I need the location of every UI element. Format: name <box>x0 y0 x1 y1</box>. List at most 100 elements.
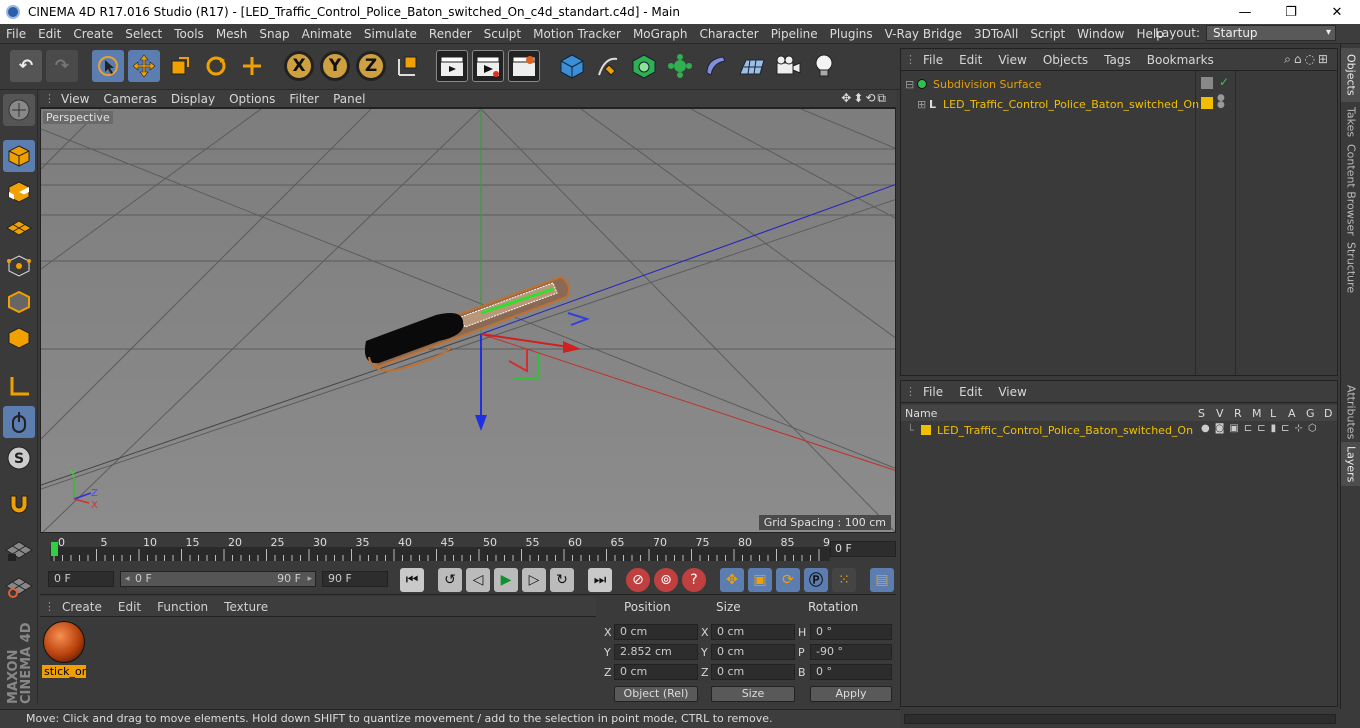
enable-axis-button[interactable] <box>3 370 35 402</box>
menu-tools[interactable]: Tools <box>168 27 210 41</box>
object-menu-objects[interactable]: Objects <box>1035 53 1096 67</box>
go-to-end-button[interactable]: ⏭ <box>588 568 612 592</box>
coordinate-mode-dropdown[interactable]: Object (Rel) <box>614 686 698 702</box>
model-mode-button[interactable] <box>3 140 35 172</box>
menu-script[interactable]: Script <box>1024 27 1071 41</box>
layer-swatch-subdivision[interactable] <box>1201 77 1213 89</box>
tab-content-browser[interactable]: Content Browser <box>1341 142 1360 238</box>
menu-edit[interactable]: Edit <box>32 27 67 41</box>
object-menu-view[interactable]: View <box>990 53 1034 67</box>
menu-create[interactable]: Create <box>67 27 119 41</box>
tab-attributes[interactable]: Attributes <box>1341 384 1360 440</box>
tree-collapse-icon[interactable]: ⊟ <box>905 78 917 91</box>
object-menu-edit[interactable]: Edit <box>951 53 990 67</box>
menu-mograph[interactable]: MoGraph <box>627 27 694 41</box>
menu-animate[interactable]: Animate <box>296 27 358 41</box>
scale-tool[interactable] <box>164 50 196 82</box>
layer-menu-view[interactable]: View <box>990 385 1034 399</box>
next-key-button[interactable]: ↻ <box>550 568 574 592</box>
y-axis-lock[interactable]: Y <box>320 51 350 81</box>
menu-character[interactable]: Character <box>693 27 764 41</box>
object-row-baton[interactable]: ⊞ L LED_Traffic_Control_Police_Baton_swi… <box>917 95 1199 113</box>
snapping-button[interactable]: S <box>3 442 35 474</box>
object-toolbar-icons[interactable]: ⌕⌂◌⊞ <box>1284 52 1331 67</box>
viewport-menu-options[interactable]: Options <box>222 92 282 106</box>
key-rotation-toggle[interactable]: ⟳ <box>776 568 800 592</box>
add-floor-button[interactable] <box>736 50 768 82</box>
material-menu-edit[interactable]: Edit <box>110 600 149 614</box>
layout-dropdown[interactable]: Startup <box>1206 25 1336 41</box>
perspective-viewport[interactable]: Y Z X Perspective Grid Spacing : 100 cm <box>40 108 896 533</box>
start-frame-field[interactable]: 0 F <box>48 571 114 587</box>
go-to-start-button[interactable]: ⏮ <box>400 568 424 592</box>
size-mode-dropdown[interactable]: Size <box>711 686 795 702</box>
maximize-button[interactable]: ❐ <box>1268 0 1314 24</box>
tab-objects[interactable]: Objects <box>1341 48 1360 102</box>
column-solo[interactable]: S <box>1198 407 1205 420</box>
menu-3dtoall[interactable]: 3DToAll <box>968 27 1024 41</box>
object-menu-tags[interactable]: Tags <box>1096 53 1139 67</box>
column-generators[interactable]: G <box>1306 407 1315 420</box>
add-deformer-button[interactable] <box>700 50 732 82</box>
layer-swatch-baton[interactable] <box>1201 97 1213 109</box>
workplane-lock-button[interactable] <box>3 534 35 566</box>
menu-window[interactable]: Window <box>1071 27 1130 41</box>
menu-render[interactable]: Render <box>423 27 478 41</box>
layer-row-baton[interactable]: └ LED_Traffic_Control_Police_Baton_switc… <box>907 421 1193 439</box>
texture-mode-button[interactable] <box>3 176 35 208</box>
rotation-h-field[interactable]: 0 ° <box>810 624 892 640</box>
render-settings-button[interactable] <box>508 50 540 82</box>
z-axis-lock[interactable]: Z <box>356 51 386 81</box>
column-deformers[interactable]: D <box>1324 407 1332 420</box>
column-manager[interactable]: M <box>1252 407 1262 420</box>
close-button[interactable]: ✕ <box>1314 0 1360 24</box>
end-frame-field[interactable]: 90 F <box>322 571 388 587</box>
frame-range-slider[interactable]: ◂ 0 F 90 F ▸ <box>120 571 316 587</box>
live-selection-tool[interactable] <box>92 50 124 82</box>
key-position-toggle[interactable]: ✥ <box>720 568 744 592</box>
object-row-subdivision[interactable]: ⊟ Subdivision Surface <box>905 75 1041 93</box>
material-thumbnail[interactable] <box>43 621 85 663</box>
autokeying-button[interactable]: ⊚ <box>654 568 678 592</box>
key-scale-toggle[interactable]: ▣ <box>748 568 772 592</box>
redo-button[interactable]: ↷ <box>46 50 78 82</box>
magnet-button[interactable] <box>3 488 35 520</box>
rotation-b-field[interactable]: 0 ° <box>810 664 892 680</box>
render-to-picture-viewer-button[interactable] <box>472 50 504 82</box>
menu-pipeline[interactable]: Pipeline <box>765 27 824 41</box>
viewport-navigation-icons[interactable]: ✥⬍⟲⧉ <box>841 91 888 106</box>
record-active-objects-button[interactable]: ⊘ <box>626 568 650 592</box>
viewport-menu-filter[interactable]: Filter <box>282 92 326 106</box>
rotate-tool[interactable] <box>200 50 232 82</box>
viewport-menu-view[interactable]: View <box>54 92 96 106</box>
menu-sculpt[interactable]: Sculpt <box>478 27 527 41</box>
move-tool[interactable] <box>128 50 160 82</box>
tree-expand-icon[interactable]: ⊞ <box>917 98 929 111</box>
polygons-mode-button[interactable] <box>3 322 35 354</box>
add-cube-button[interactable] <box>556 50 588 82</box>
layer-horizontal-scrollbar[interactable] <box>904 714 1336 724</box>
playhead-marker[interactable] <box>51 542 58 556</box>
key-parameter-toggle[interactable]: Ⓟ <box>804 568 828 592</box>
column-render[interactable]: R <box>1234 407 1242 420</box>
layer-menu-edit[interactable]: Edit <box>951 385 990 399</box>
x-axis-lock[interactable]: X <box>284 51 314 81</box>
menu-plugins[interactable]: Plugins <box>824 27 879 41</box>
previous-frame-button[interactable]: ◁ <box>466 568 490 592</box>
coordinate-system-button[interactable] <box>392 50 424 82</box>
tab-structure[interactable]: Structure <box>1341 240 1360 296</box>
timeline-ruler[interactable]: 0 5 10 15 20 25 30 35 40 45 50 55 60 65 70 75 80 85 90 0 F <box>40 535 896 565</box>
layer-color-swatch[interactable] <box>921 425 931 435</box>
position-y-field[interactable]: 2.852 cm <box>614 644 698 660</box>
tab-layers[interactable]: Layers <box>1341 442 1360 486</box>
tweak-mode-button[interactable] <box>3 406 35 438</box>
object-name-baton[interactable]: LED_Traffic_Control_Police_Baton_switche… <box>943 98 1199 111</box>
enabled-check-icon[interactable]: ✓ <box>1219 75 1229 89</box>
transform-tool[interactable] <box>236 50 268 82</box>
viewport-menu-display[interactable]: Display <box>164 92 222 106</box>
menu-select[interactable]: Select <box>119 27 168 41</box>
add-subdivision-button[interactable] <box>628 50 660 82</box>
play-button[interactable]: ▶ <box>494 568 518 592</box>
object-menu-bookmarks[interactable]: Bookmarks <box>1139 53 1222 67</box>
next-frame-button[interactable]: ▷ <box>522 568 546 592</box>
